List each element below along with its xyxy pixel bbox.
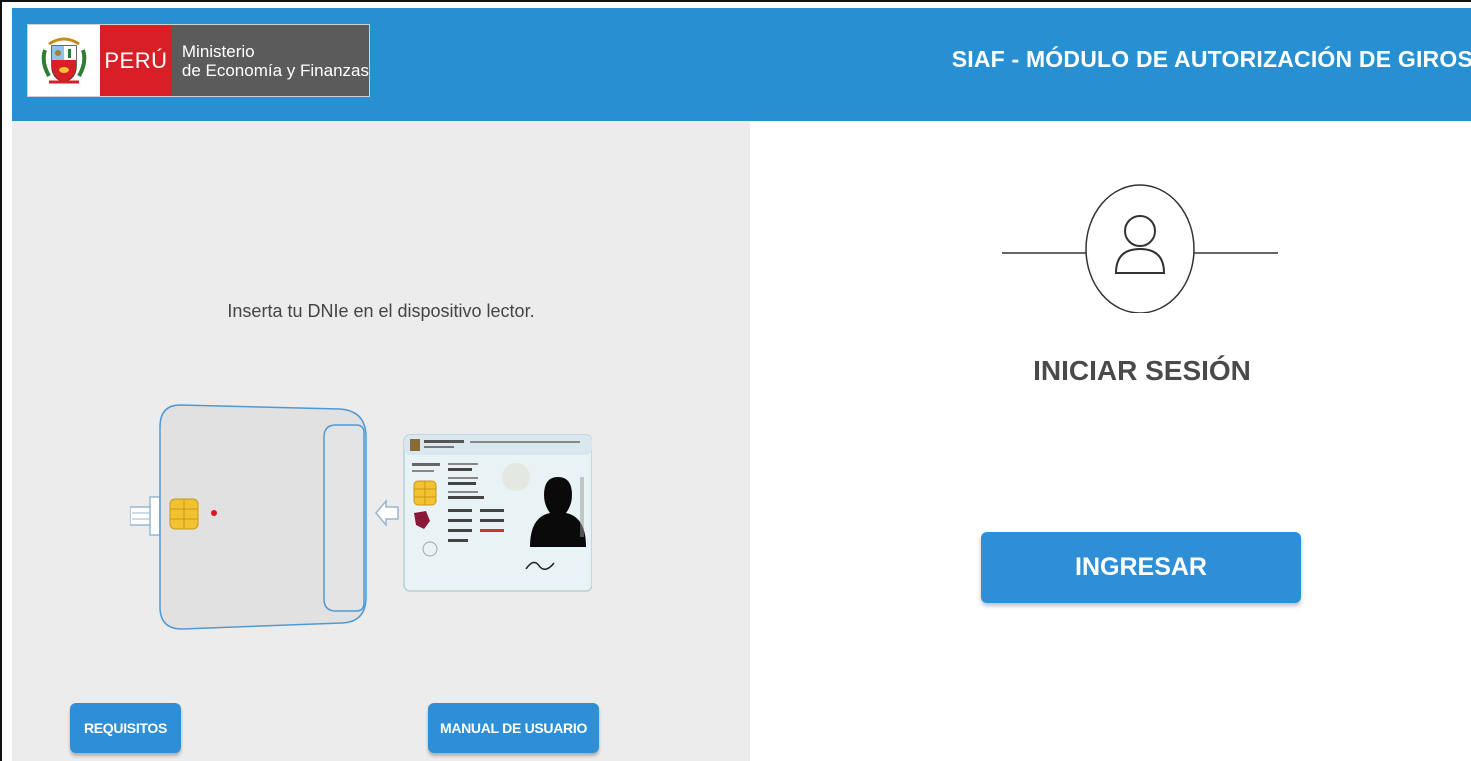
ministry-line-1: Ministerio bbox=[181, 42, 255, 61]
user-icon-graphic bbox=[1002, 169, 1282, 314]
dnie-instructions-panel: Inserta tu DNIe en el dispositivo lector… bbox=[12, 121, 750, 761]
dnie-reader-illustration bbox=[129, 397, 593, 633]
header-bar: PERÚ Ministerio de Economía y Finanzas S… bbox=[12, 8, 1471, 121]
app-window: PERÚ Ministerio de Economía y Finanzas S… bbox=[0, 0, 1471, 761]
arrow-left-icon bbox=[375, 498, 399, 528]
manual-de-usuario-button[interactable]: MANUAL DE USUARIO bbox=[428, 703, 599, 753]
ministry-line-2: de Economía y Finanzas bbox=[181, 61, 369, 80]
requisitos-button[interactable]: REQUISITOS bbox=[70, 703, 181, 753]
login-title: INICIAR SESIÓN bbox=[1033, 355, 1251, 386]
cable-icon bbox=[129, 496, 161, 536]
logo-peru-label: PERÚ bbox=[99, 25, 172, 96]
led-indicator-icon bbox=[211, 510, 217, 516]
app-title: SIAF - MÓDULO DE AUTORIZACIÓN DE GIROS bbox=[951, 46, 1471, 72]
mef-logo[interactable]: PERÚ Ministerio de Economía y Finanzas bbox=[27, 24, 370, 97]
login-panel: INICIAR SESIÓN INGRESAR bbox=[750, 121, 1471, 761]
chip-icon bbox=[169, 498, 199, 530]
logo-ministry-label: Ministerio de Economía y Finanzas bbox=[171, 25, 369, 96]
ingresar-button[interactable]: INGRESAR bbox=[981, 532, 1301, 603]
dni-card-icon bbox=[403, 434, 593, 592]
instruction-text: Inserta tu DNIe en el dispositivo lector… bbox=[227, 301, 535, 321]
coat-of-arms-icon bbox=[28, 25, 100, 96]
